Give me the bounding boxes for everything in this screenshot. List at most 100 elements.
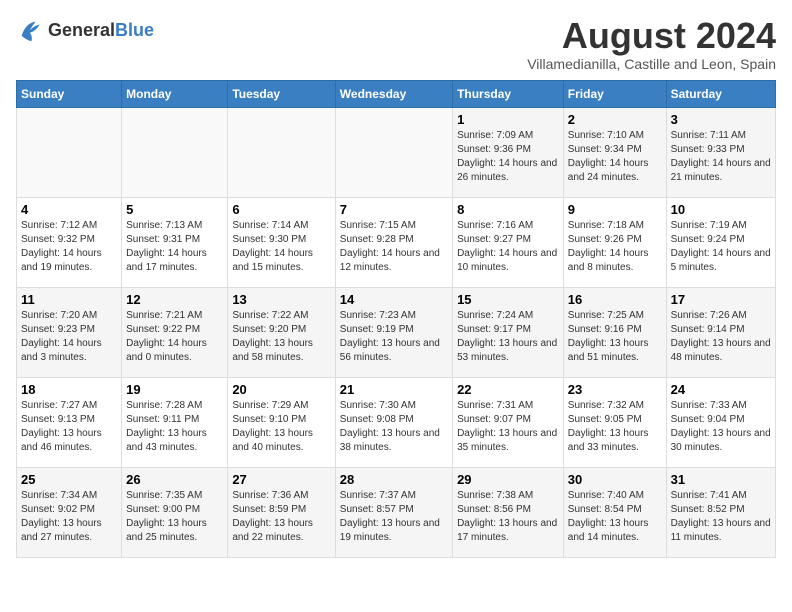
- day-info: Sunrise: 7:15 AM Sunset: 9:28 PM Dayligh…: [340, 219, 448, 275]
- calendar-cell: 25Sunrise: 7:34 AM Sunset: 9:02 PM Dayli…: [17, 467, 122, 557]
- day-info: Sunrise: 7:11 AM Sunset: 9:33 PM Dayligh…: [671, 129, 771, 185]
- calendar-cell: [122, 107, 228, 197]
- calendar-cell: 3Sunrise: 7:11 AM Sunset: 9:33 PM Daylig…: [666, 107, 775, 197]
- calendar-cell: 9Sunrise: 7:18 AM Sunset: 9:26 PM Daylig…: [563, 197, 666, 287]
- day-info: Sunrise: 7:27 AM Sunset: 9:13 PM Dayligh…: [21, 399, 117, 455]
- day-number: 17: [671, 292, 771, 307]
- day-number: 15: [457, 292, 559, 307]
- day-info: Sunrise: 7:12 AM Sunset: 9:32 PM Dayligh…: [21, 219, 117, 275]
- day-number: 19: [126, 382, 223, 397]
- day-info: Sunrise: 7:23 AM Sunset: 9:19 PM Dayligh…: [340, 309, 448, 365]
- weekday-header-monday: Monday: [122, 80, 228, 107]
- day-number: 25: [21, 472, 117, 487]
- day-number: 29: [457, 472, 559, 487]
- day-number: 31: [671, 472, 771, 487]
- weekday-header-tuesday: Tuesday: [228, 80, 335, 107]
- calendar-cell: 29 Sunrise: 7:38 AM Sunset: 8:56 PM Dayli…: [453, 467, 564, 557]
- day-number: 24: [671, 382, 771, 397]
- day-number: 27: [232, 472, 330, 487]
- day-info: Sunrise: 7:22 AM Sunset: 9:20 PM Dayligh…: [232, 309, 330, 365]
- day-info: Sunrise: 7:28 AM Sunset: 9:11 PM Dayligh…: [126, 399, 223, 455]
- day-info: Sunrise: 7:24 AM Sunset: 9:17 PM Dayligh…: [457, 309, 559, 365]
- day-info: Sunrise: 7:33 AM Sunset: 9:04 PM Dayligh…: [671, 399, 771, 455]
- day-info: Sunrise: 7:29 AM Sunset: 9:10 PM Dayligh…: [232, 399, 330, 455]
- day-info: Sunrise: 7:16 AM Sunset: 9:27 PM Dayligh…: [457, 219, 559, 275]
- weekday-header-sunday: Sunday: [17, 80, 122, 107]
- day-number: 12: [126, 292, 223, 307]
- calendar-cell: 22 Sunrise: 7:31 AM Sunset: 9:07 PM Dayli…: [453, 377, 564, 467]
- calendar-cell: 12 Sunrise: 7:21 AM Sunset: 9:22 PM Dayli…: [122, 287, 228, 377]
- calendar-cell: [228, 107, 335, 197]
- logo-bird-icon: [16, 16, 44, 44]
- calendar-cell: 13Sunrise: 7:22 AM Sunset: 9:20 PM Dayli…: [228, 287, 335, 377]
- weekday-header-row: SundayMondayTuesdayWednesdayThursdayFrid…: [17, 80, 776, 107]
- day-info: Sunrise: 7:09 AM Sunset: 9:36 PM Dayligh…: [457, 129, 559, 185]
- calendar-cell: 31 Sunrise: 7:41 AM Sunset: 8:52 PM Dayli…: [666, 467, 775, 557]
- calendar-cell: 17 Sunrise: 7:26 AM Sunset: 9:14 PM Dayli…: [666, 287, 775, 377]
- day-info: Sunrise: 7:32 AM Sunset: 9:05 PM Dayligh…: [568, 399, 662, 455]
- day-number: 23: [568, 382, 662, 397]
- calendar-cell: [335, 107, 452, 197]
- day-number: 28: [340, 472, 448, 487]
- calendar-cell: 24 Sunrise: 7:33 AM Sunset: 9:04 PM Dayli…: [666, 377, 775, 467]
- calendar-cell: 18 Sunrise: 7:27 AM Sunset: 9:13 PM Dayli…: [17, 377, 122, 467]
- day-info: Sunrise: 7:37 AM Sunset: 8:57 PM Dayligh…: [340, 489, 448, 545]
- weekday-header-wednesday: Wednesday: [335, 80, 452, 107]
- day-info: Sunrise: 7:21 AM Sunset: 9:22 PM Dayligh…: [126, 309, 223, 365]
- day-info: Sunrise: 7:10 AM Sunset: 9:34 PM Dayligh…: [568, 129, 662, 185]
- day-info: Sunrise: 7:19 AM Sunset: 9:24 PM Dayligh…: [671, 219, 771, 275]
- calendar-cell: 4 Sunrise: 7:12 AM Sunset: 9:32 PM Daylig…: [17, 197, 122, 287]
- weekday-header-friday: Friday: [563, 80, 666, 107]
- title-block: August 2024 Villamedianilla, Castille an…: [527, 16, 776, 72]
- day-number: 7: [340, 202, 448, 217]
- logo-general-text: General: [48, 20, 115, 40]
- calendar-cell: 28 Sunrise: 7:37 AM Sunset: 8:57 PM Dayli…: [335, 467, 452, 557]
- day-number: 1: [457, 112, 559, 127]
- calendar-body: 1 Sunrise: 7:09 AM Sunset: 9:36 PM Daylig…: [17, 107, 776, 557]
- day-info: Sunrise: 7:38 AM Sunset: 8:56 PM Dayligh…: [457, 489, 559, 545]
- calendar-week-row: 25Sunrise: 7:34 AM Sunset: 9:02 PM Dayli…: [17, 467, 776, 557]
- day-info: Sunrise: 7:30 AM Sunset: 9:08 PM Dayligh…: [340, 399, 448, 455]
- calendar-cell: 10Sunrise: 7:19 AM Sunset: 9:24 PM Dayli…: [666, 197, 775, 287]
- calendar-cell: 1 Sunrise: 7:09 AM Sunset: 9:36 PM Daylig…: [453, 107, 564, 197]
- day-number: 16: [568, 292, 662, 307]
- calendar-cell: 7 Sunrise: 7:15 AM Sunset: 9:28 PM Daylig…: [335, 197, 452, 287]
- day-info: Sunrise: 7:36 AM Sunset: 8:59 PM Dayligh…: [232, 489, 330, 545]
- calendar-cell: 5Sunrise: 7:13 AM Sunset: 9:31 PM Daylig…: [122, 197, 228, 287]
- day-number: 26: [126, 472, 223, 487]
- day-number: 20: [232, 382, 330, 397]
- day-number: 2: [568, 112, 662, 127]
- calendar-cell: 19 Sunrise: 7:28 AM Sunset: 9:11 PM Dayli…: [122, 377, 228, 467]
- calendar-table: SundayMondayTuesdayWednesdayThursdayFrid…: [16, 80, 776, 558]
- calendar-cell: 16 Sunrise: 7:25 AM Sunset: 9:16 PM Dayli…: [563, 287, 666, 377]
- logo-blue-text: Blue: [115, 20, 154, 40]
- day-info: Sunrise: 7:40 AM Sunset: 8:54 PM Dayligh…: [568, 489, 662, 545]
- day-number: 22: [457, 382, 559, 397]
- calendar-cell: [17, 107, 122, 197]
- day-info: Sunrise: 7:26 AM Sunset: 9:14 PM Dayligh…: [671, 309, 771, 365]
- subtitle: Villamedianilla, Castille and Leon, Spai…: [527, 56, 776, 72]
- calendar-cell: 21Sunrise: 7:30 AM Sunset: 9:08 PM Dayli…: [335, 377, 452, 467]
- calendar-cell: 2 Sunrise: 7:10 AM Sunset: 9:34 PM Daylig…: [563, 107, 666, 197]
- day-info: Sunrise: 7:31 AM Sunset: 9:07 PM Dayligh…: [457, 399, 559, 455]
- weekday-header-thursday: Thursday: [453, 80, 564, 107]
- day-number: 18: [21, 382, 117, 397]
- calendar-cell: 14Sunrise: 7:23 AM Sunset: 9:19 PM Dayli…: [335, 287, 452, 377]
- calendar-week-row: 18 Sunrise: 7:27 AM Sunset: 9:13 PM Dayli…: [17, 377, 776, 467]
- calendar-cell: 26Sunrise: 7:35 AM Sunset: 9:00 PM Dayli…: [122, 467, 228, 557]
- calendar-cell: 6 Sunrise: 7:14 AM Sunset: 9:30 PM Daylig…: [228, 197, 335, 287]
- calendar-week-row: 4 Sunrise: 7:12 AM Sunset: 9:32 PM Daylig…: [17, 197, 776, 287]
- calendar-cell: 23 Sunrise: 7:32 AM Sunset: 9:05 PM Dayli…: [563, 377, 666, 467]
- calendar-cell: 8Sunrise: 7:16 AM Sunset: 9:27 PM Daylig…: [453, 197, 564, 287]
- weekday-header-saturday: Saturday: [666, 80, 775, 107]
- day-info: Sunrise: 7:41 AM Sunset: 8:52 PM Dayligh…: [671, 489, 771, 545]
- day-number: 6: [232, 202, 330, 217]
- day-info: Sunrise: 7:20 AM Sunset: 9:23 PM Dayligh…: [21, 309, 117, 365]
- calendar-week-row: 11Sunrise: 7:20 AM Sunset: 9:23 PM Dayli…: [17, 287, 776, 377]
- day-number: 4: [21, 202, 117, 217]
- day-info: Sunrise: 7:14 AM Sunset: 9:30 PM Dayligh…: [232, 219, 330, 275]
- calendar-cell: 11Sunrise: 7:20 AM Sunset: 9:23 PM Dayli…: [17, 287, 122, 377]
- day-number: 30: [568, 472, 662, 487]
- day-info: Sunrise: 7:25 AM Sunset: 9:16 PM Dayligh…: [568, 309, 662, 365]
- calendar-cell: 20 Sunrise: 7:29 AM Sunset: 9:10 PM Dayli…: [228, 377, 335, 467]
